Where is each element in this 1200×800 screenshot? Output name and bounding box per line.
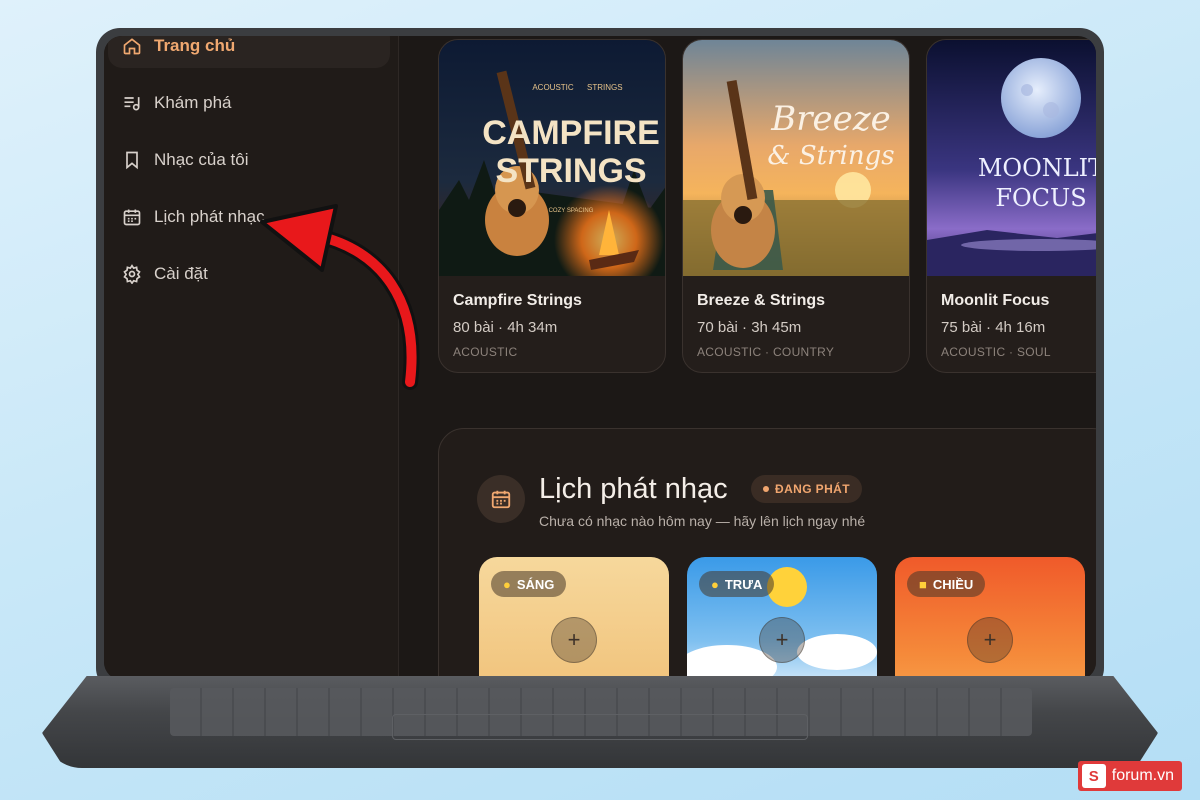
slot-noon[interactable]: ● TRƯA +	[687, 557, 877, 680]
watermark-logo-icon: S	[1081, 764, 1106, 788]
sidebar-item-home[interactable]: Trang chủ	[108, 36, 390, 68]
slot-morning[interactable]: ● SÁNG +	[479, 557, 669, 680]
schedule-subtitle: Chưa có nhạc nào hôm nay — hãy lên lịch …	[539, 513, 866, 529]
slot-label: CHIỀU	[932, 576, 974, 592]
playlist-tags: ACOUSTIC · SOUL	[941, 345, 1051, 359]
breeze-cover-art: Breeze & Strings	[683, 40, 909, 276]
moonlit-cover-art: MOONLIT FOCUS	[927, 40, 1096, 276]
bookmark-icon	[126, 151, 138, 170]
art-title-line1: Breeze	[770, 99, 891, 139]
status-badge: ĐANG PHÁT	[751, 475, 862, 503]
art-title-line1: MOONLIT	[978, 154, 1096, 182]
add-symbol: +	[567, 627, 581, 652]
art-title-line2: & Strings	[767, 141, 894, 171]
trackpad	[392, 714, 808, 740]
status-badge-label: ĐANG PHÁT	[775, 482, 850, 496]
slot-tag-noon: ● TRƯA	[699, 571, 775, 597]
schedule-title: Lịch phát nhạc	[539, 473, 728, 505]
playlist-meta: 80 bài · 4h 34m	[453, 319, 558, 336]
slot-label: SÁNG	[516, 576, 555, 592]
playlist-title: Moonlit Focus	[941, 292, 1050, 309]
add-noon-button[interactable]: +	[759, 617, 805, 663]
schedule-panel: Lịch phát nhạc ĐANG PHÁT Chưa có nhạc nà…	[438, 428, 1096, 680]
calendar-icon	[123, 209, 141, 226]
slot-label: TRƯA	[724, 576, 763, 592]
playlist-meta: 75 bài · 4h 16m	[941, 319, 1046, 336]
main-content: ACOUSTIC STRINGS CAMPFIRE STRINGS COZY S…	[400, 36, 1096, 680]
gear-icon	[123, 264, 141, 284]
music-list-icon	[124, 97, 140, 111]
playlist-card-campfire[interactable]: ACOUSTIC STRINGS CAMPFIRE STRINGS COZY S…	[438, 39, 666, 373]
playlist-tags: ACOUSTIC · COUNTRY	[697, 345, 835, 359]
sunset-icon: ■	[919, 576, 927, 592]
art-title-line2: STRINGS	[495, 152, 646, 190]
playlist-title: Breeze & Strings	[697, 292, 826, 309]
add-symbol: +	[983, 627, 997, 652]
campfire-cover-art: ACOUSTIC STRINGS CAMPFIRE STRINGS COZY S…	[439, 40, 665, 276]
sidebar: Trang chủ Khám phá Nhạc của tôi Lịch phá…	[104, 36, 399, 680]
sidebar-item-schedule[interactable]: Lịch phát nhạc	[108, 195, 390, 239]
sidebar-item-label: Khám phá	[154, 93, 232, 112]
sidebar-item-label: Trang chủ	[154, 36, 236, 55]
playlist-card-moonlit[interactable]: MOONLIT FOCUS Moonlit Focus 75 bài · 4h …	[926, 39, 1096, 373]
watermark-box: S forum.vn	[1077, 761, 1182, 791]
playlist-title: Campfire Strings	[453, 292, 582, 309]
slot-tag-afternoon: ■ CHIỀU	[907, 571, 986, 597]
home-icon	[123, 38, 141, 55]
sidebar-item-label: Cài đặt	[154, 264, 208, 283]
slot-tag-morning: ● SÁNG	[491, 571, 567, 597]
add-afternoon-button[interactable]: +	[967, 617, 1013, 663]
playlist-meta: 70 bài · 3h 45m	[697, 319, 802, 336]
status-dot	[763, 486, 769, 492]
art-title-line1: CAMPFIRE	[482, 114, 660, 152]
app-screen: Trang chủ Khám phá Nhạc của tôi Lịch phá…	[104, 36, 1096, 680]
add-symbol: +	[775, 627, 789, 652]
schedule-calendar-icon	[477, 475, 525, 523]
watermark: S forum.vn	[1077, 761, 1182, 791]
watermark-text: forum.vn	[1111, 767, 1174, 784]
add-morning-button[interactable]: +	[551, 617, 597, 663]
sidebar-item-label: Nhạc của tôi	[154, 150, 249, 169]
sidebar-item-explore[interactable]: Khám phá	[108, 81, 390, 125]
playlist-card-breeze[interactable]: Breeze & Strings Breeze & Strings 70 bài…	[682, 39, 910, 373]
sidebar-item-label: Lịch phát nhạc	[154, 207, 265, 226]
sidebar-item-settings[interactable]: Cài đặt	[108, 252, 390, 296]
playlist-tags: ACOUSTIC	[453, 345, 518, 359]
sun-cloud-icon: ●	[711, 576, 719, 592]
art-kicker-right: STRINGS	[587, 83, 623, 92]
art-title-line2: FOCUS	[995, 184, 1086, 212]
art-kicker-left: ACOUSTIC	[532, 83, 574, 92]
slot-afternoon[interactable]: ■ CHIỀU +	[895, 557, 1085, 680]
sun-icon: ●	[503, 576, 511, 592]
art-footer: COZY SPACING	[549, 208, 594, 214]
sidebar-item-my-music[interactable]: Nhạc của tôi	[108, 138, 390, 182]
